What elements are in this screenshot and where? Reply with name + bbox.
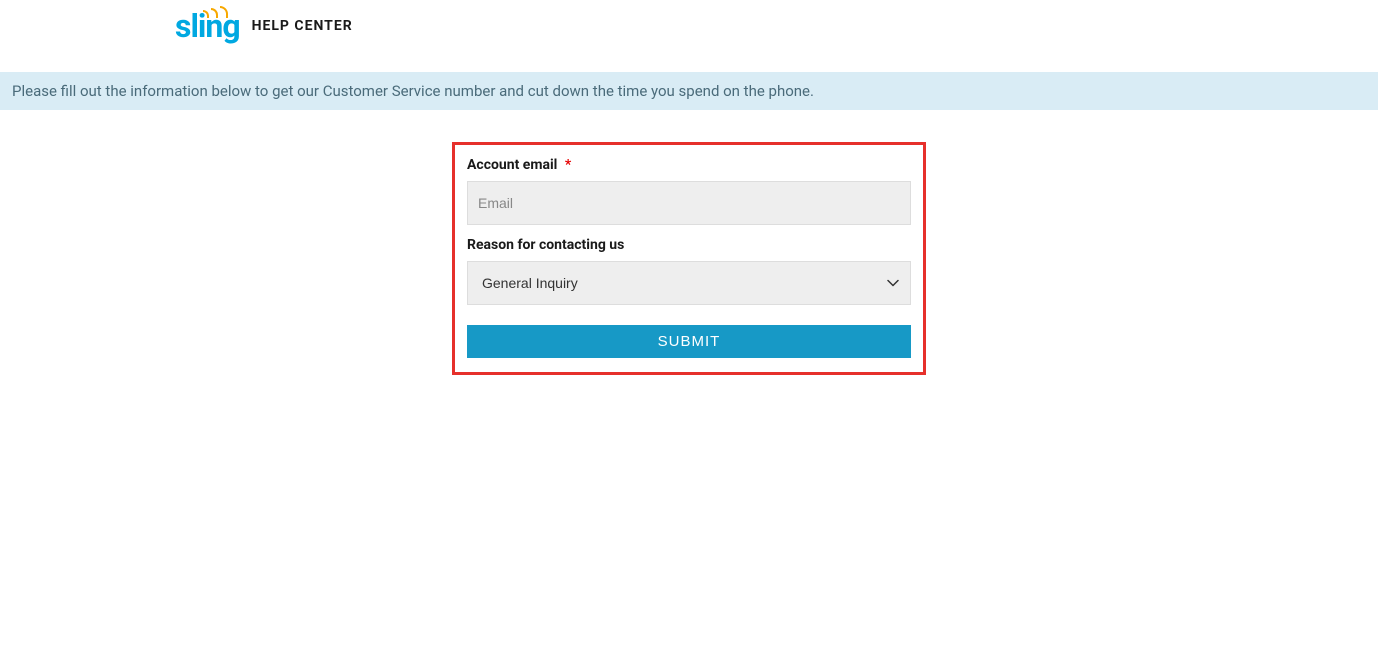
email-label-text: Account email (467, 157, 557, 173)
contact-form: Account email * Reason for contacting us… (452, 142, 926, 375)
sling-logo[interactable]: sling (175, 10, 240, 42)
logo-text: sling (175, 7, 240, 45)
reason-label: Reason for contacting us (467, 237, 911, 253)
banner-message: Please fill out the information below to… (12, 82, 814, 100)
form-wrapper: Account email * Reason for contacting us… (0, 142, 1378, 375)
reason-select-wrapper: General Inquiry (467, 261, 911, 305)
help-center-label: HELP CENTER (252, 18, 353, 34)
header: sling HELP CENTER (0, 0, 1378, 52)
submit-button[interactable]: SUBMIT (467, 325, 911, 358)
info-banner: Please fill out the information below to… (0, 72, 1378, 110)
email-label: Account email * (467, 157, 911, 173)
required-indicator-icon: * (565, 157, 571, 173)
email-field[interactable] (467, 181, 911, 225)
reason-select[interactable]: General Inquiry (467, 261, 911, 305)
